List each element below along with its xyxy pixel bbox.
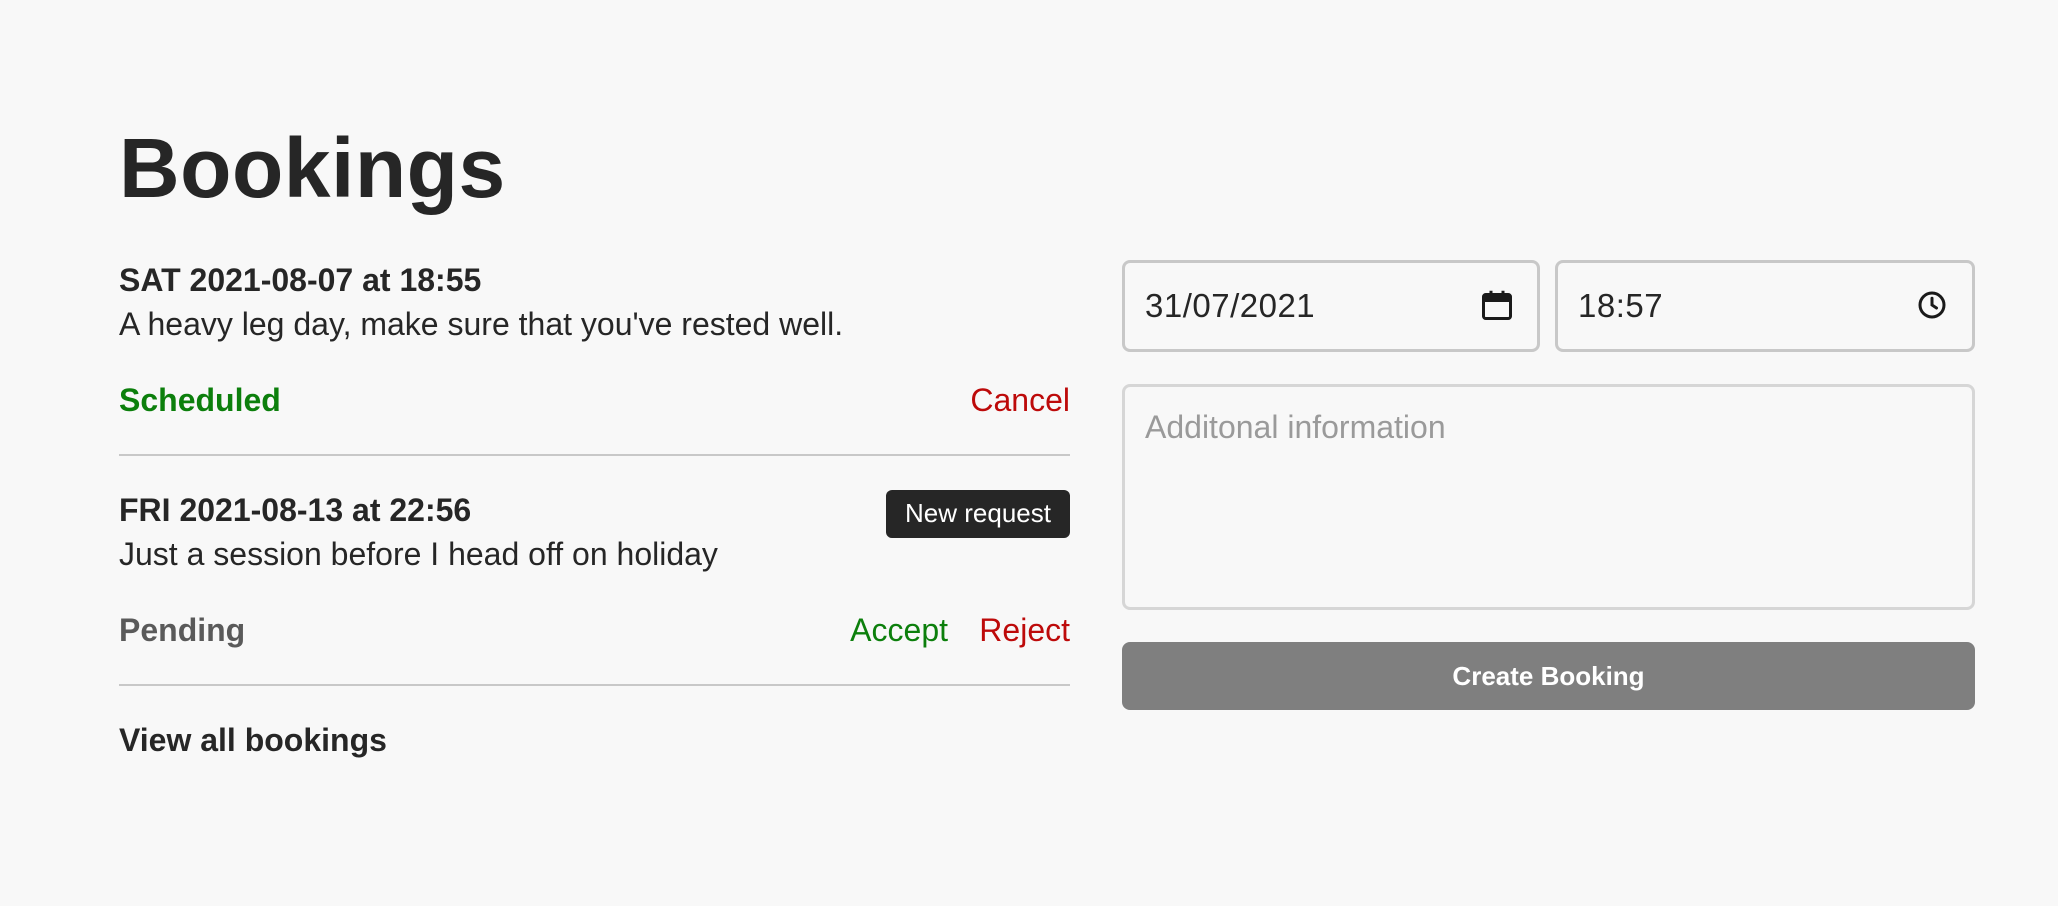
accept-button[interactable]: Accept xyxy=(850,610,948,650)
booking-datetime: FRI 2021-08-13 at 22:56 xyxy=(119,492,472,528)
date-input[interactable]: 31/07/2021 xyxy=(1122,260,1540,352)
new-request-badge: New request xyxy=(886,490,1070,538)
status-badge: Scheduled xyxy=(119,382,281,418)
calendar-icon[interactable] xyxy=(1479,287,1515,323)
booking-item: FRI 2021-08-13 at 22:56 New request Just… xyxy=(119,456,1070,686)
booking-description: A heavy leg day, make sure that you've r… xyxy=(119,306,844,342)
clock-icon[interactable] xyxy=(1914,287,1950,323)
time-input[interactable]: 18:57 xyxy=(1555,260,1975,352)
booking-datetime: SAT 2021-08-07 at 18:55 xyxy=(119,262,482,298)
booking-item: SAT 2021-08-07 at 18:55 A heavy leg day,… xyxy=(119,256,1070,456)
additional-info-placeholder: Additonal information xyxy=(1145,409,1446,445)
create-booking-button[interactable]: Create Booking xyxy=(1122,642,1975,710)
cancel-button[interactable]: Cancel xyxy=(970,380,1070,420)
status-badge: Pending xyxy=(119,612,246,648)
additional-info-textarea[interactable]: Additonal information xyxy=(1122,384,1975,610)
date-value: 31/07/2021 xyxy=(1145,287,1316,324)
bookings-list: SAT 2021-08-07 at 18:55 A heavy leg day,… xyxy=(119,256,1070,686)
booking-description: Just a session before I head off on holi… xyxy=(119,536,718,572)
reject-button[interactable]: Reject xyxy=(979,610,1070,650)
view-all-bookings-link[interactable]: View all bookings xyxy=(119,720,387,760)
page-title: Bookings xyxy=(119,121,506,215)
time-value: 18:57 xyxy=(1578,287,1664,324)
